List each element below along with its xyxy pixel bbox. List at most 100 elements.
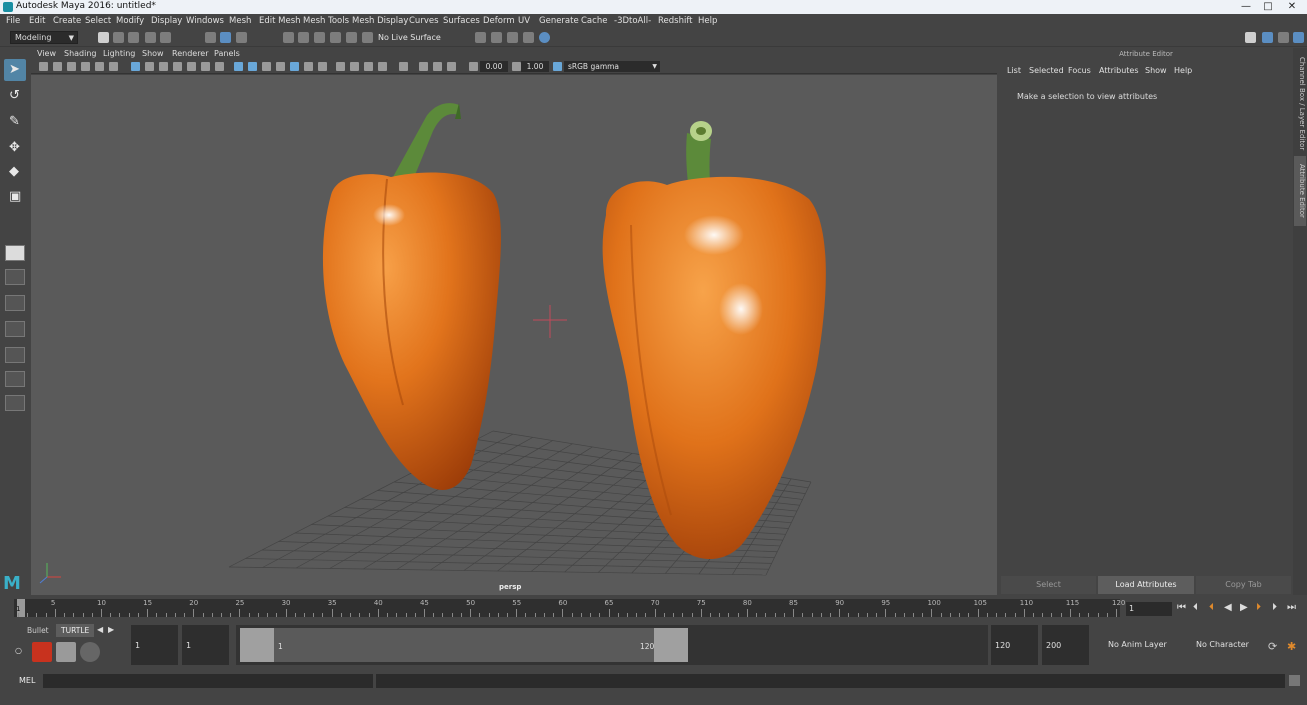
menu-redshift[interactable]: Redshift: [658, 16, 693, 26]
attribute-editor-toggle-icon[interactable]: [1262, 32, 1273, 43]
snap-surface-icon[interactable]: [346, 32, 357, 43]
attr-menu-list[interactable]: List: [1007, 66, 1021, 75]
range-slider[interactable]: 1 120: [240, 628, 688, 662]
load-attributes-button[interactable]: Load Attributes: [1098, 576, 1194, 594]
render-view-icon[interactable]: [475, 32, 486, 43]
viewport-menu-panels[interactable]: Panels: [214, 49, 240, 58]
safe-title-icon[interactable]: [215, 62, 224, 71]
script-editor-icon[interactable]: [1289, 675, 1300, 686]
redo-icon[interactable]: [160, 32, 171, 43]
film-gate-icon[interactable]: [145, 62, 154, 71]
persp-graph-layout-icon[interactable]: [5, 321, 25, 337]
menu-file[interactable]: File: [6, 16, 20, 26]
four-view-layout-icon[interactable]: [5, 269, 25, 285]
playback-start-field[interactable]: 1: [182, 625, 229, 665]
multisample-aa-icon[interactable]: [364, 62, 373, 71]
menu-mesh-display[interactable]: Mesh Display: [352, 16, 408, 26]
menu-cache[interactable]: Cache: [581, 16, 607, 26]
screen-space-ao-icon[interactable]: [336, 62, 345, 71]
menu-mesh-tools[interactable]: Mesh Tools: [303, 16, 349, 26]
xray-icon[interactable]: [419, 62, 428, 71]
camera-attributes-icon[interactable]: [53, 62, 62, 71]
lasso-tool-button[interactable]: ↺: [4, 85, 26, 107]
exposure-field[interactable]: 0.00: [480, 61, 508, 72]
time-ruler[interactable]: 1 5 10 15 20 25 30 35 40 45 50 55 60 65 70 75 80 85 90 95 1…: [14, 599, 1125, 617]
persp-outliner-layout-icon[interactable]: [5, 295, 25, 311]
menu-modify[interactable]: Modify: [116, 16, 144, 26]
menu-uv[interactable]: UV: [518, 16, 530, 26]
select-component-icon[interactable]: [236, 32, 247, 43]
menu-select[interactable]: Select: [85, 16, 111, 26]
maximize-button[interactable]: □: [1258, 0, 1278, 14]
shelf-tab-turtle[interactable]: TURTLE: [56, 624, 95, 637]
channel-box-toggle-icon[interactable]: [1293, 32, 1304, 43]
paint-select-tool-button[interactable]: ✎: [4, 111, 26, 133]
persp-hypershade-layout-icon[interactable]: [5, 347, 25, 363]
turtle-sphere-icon[interactable]: [80, 642, 100, 662]
turtle-bake-icon[interactable]: [56, 642, 76, 662]
gate-mask-icon[interactable]: [173, 62, 182, 71]
two-d-pan-icon[interactable]: [95, 62, 104, 71]
isolate-select-icon[interactable]: [399, 62, 408, 71]
color-management-icon[interactable]: [553, 62, 562, 71]
menu-create[interactable]: Create: [53, 16, 81, 26]
snap-grid-icon[interactable]: [283, 32, 294, 43]
step-back-key-button[interactable]: ⏴: [1209, 602, 1214, 613]
menu-help[interactable]: Help: [698, 16, 717, 26]
select-hierarchy-icon[interactable]: [205, 32, 216, 43]
attr-menu-show[interactable]: Show: [1145, 66, 1167, 75]
viewport-menu-show[interactable]: Show: [142, 49, 164, 58]
attr-menu-selected[interactable]: Selected: [1029, 66, 1064, 75]
viewport-menu-shading[interactable]: Shading: [64, 49, 97, 58]
depth-of-field-icon[interactable]: [378, 62, 387, 71]
shelf-scroll-left-icon[interactable]: ◀: [97, 625, 103, 634]
start-time-field[interactable]: 1: [131, 625, 178, 665]
move-tool-button[interactable]: ✥: [4, 137, 26, 159]
wireframe-on-shaded-icon[interactable]: [276, 62, 285, 71]
select-object-icon[interactable]: [220, 32, 231, 43]
mel-command-input[interactable]: [43, 674, 373, 688]
range-start-handle[interactable]: [240, 628, 274, 662]
live-surface-field[interactable]: No Live Surface: [374, 31, 444, 44]
play-backwards-button[interactable]: ◀: [1224, 602, 1232, 613]
menu-edit[interactable]: Edit: [29, 16, 45, 26]
copy-tab-button[interactable]: Copy Tab: [1196, 576, 1291, 594]
workspace-icon[interactable]: [1245, 32, 1256, 43]
xray-active-icon[interactable]: [433, 62, 442, 71]
wireframe-icon[interactable]: [234, 62, 243, 71]
viewport-menu-renderer[interactable]: Renderer: [172, 49, 209, 58]
default-material-icon[interactable]: [262, 62, 271, 71]
gamma-field[interactable]: 1.00: [521, 61, 549, 72]
render-frame-icon[interactable]: [491, 32, 502, 43]
attr-menu-attributes[interactable]: Attributes: [1099, 66, 1139, 75]
scale-tool-button[interactable]: ▣: [4, 186, 26, 208]
perspective-viewport[interactable]: persp: [31, 75, 997, 595]
shelf-scroll-right-icon[interactable]: ▶: [108, 625, 114, 634]
playback-end-field[interactable]: 120: [991, 625, 1038, 665]
anim-layer-dropdown[interactable]: No Anim Layer: [1104, 625, 1184, 665]
step-back-frame-button[interactable]: ⏴: [1193, 602, 1198, 613]
resolution-gate-icon[interactable]: [159, 62, 168, 71]
custom-layout-icon[interactable]: [5, 395, 25, 411]
shelf-tab-bullet[interactable]: Bullet: [22, 624, 54, 637]
bookmark-icon[interactable]: [67, 62, 76, 71]
step-forward-key-button[interactable]: ⏵: [1256, 602, 1261, 613]
menu-windows[interactable]: Windows: [186, 16, 224, 26]
minimize-button[interactable]: —: [1236, 0, 1256, 14]
ipr-render-icon[interactable]: [507, 32, 518, 43]
select-tool-button[interactable]: ➤: [4, 59, 26, 81]
menu-curves[interactable]: Curves: [409, 16, 439, 26]
tool-settings-toggle-icon[interactable]: [1278, 32, 1289, 43]
new-scene-icon[interactable]: [98, 32, 109, 43]
grid-icon[interactable]: [131, 62, 140, 71]
menu-set-dropdown[interactable]: Modeling ▼: [10, 31, 78, 44]
field-chart-icon[interactable]: [187, 62, 196, 71]
snap-point-icon[interactable]: [314, 32, 325, 43]
current-time-field[interactable]: 1: [1126, 602, 1172, 616]
textured-icon[interactable]: [290, 62, 299, 71]
xray-joints-icon[interactable]: [447, 62, 456, 71]
view-transform-dropdown[interactable]: sRGB gamma ▼: [564, 61, 660, 72]
end-time-field[interactable]: 200: [1042, 625, 1089, 665]
range-end-handle[interactable]: [654, 628, 688, 662]
close-button[interactable]: ✕: [1282, 0, 1302, 14]
